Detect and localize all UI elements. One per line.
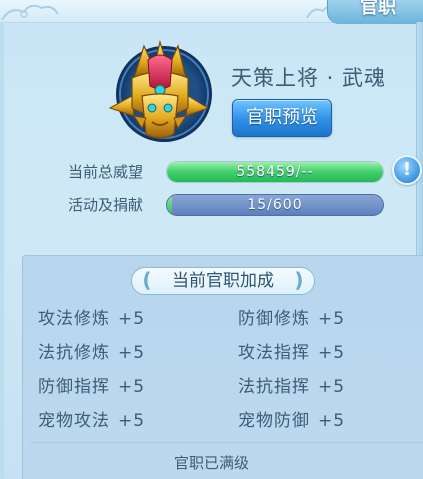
bonus-item-label: 攻法修炼 <box>38 309 110 329</box>
donation-bar: 15/600 <box>166 194 384 216</box>
bonus-item-value: +5 <box>318 411 346 431</box>
rank-name: 天策上将 · 武魂 <box>231 66 387 90</box>
info-icon[interactable]: ! <box>392 155 422 185</box>
bonus-item-value: +5 <box>318 343 346 363</box>
bonus-item-label: 法抗指挥 <box>238 377 310 397</box>
swirl-left-icon: ( <box>142 268 152 292</box>
bonus-item-label: 攻法指挥 <box>238 343 310 363</box>
window-title: 官职 <box>360 0 396 18</box>
donation-value: 15/600 <box>247 197 303 213</box>
donation-label: 活动及捐献 <box>68 196 144 214</box>
bonus-item: 攻法指挥 +5 <box>238 338 345 363</box>
warrior-helmet-icon <box>108 39 212 142</box>
max-level-note: 官职已满级 <box>173 454 249 472</box>
prestige-value: 558459/-- <box>236 164 314 180</box>
bonus-item-label: 宠物防御 <box>238 411 310 431</box>
bonus-item-label: 防御指挥 <box>38 377 110 397</box>
bonus-item: 攻法修炼 +5 <box>38 304 145 329</box>
prestige-label: 当前总威望 <box>68 163 144 181</box>
bonus-item-label: 法抗修炼 <box>38 343 110 363</box>
bonus-item-value: +5 <box>118 411 146 431</box>
bonus-panel-header: ( 当前官职加成 ) <box>131 267 315 295</box>
panel-divider <box>30 442 423 443</box>
bonus-item-value: +5 <box>318 309 346 329</box>
bonus-item-value: +5 <box>318 377 346 397</box>
bonus-item-label: 宠物攻法 <box>38 411 110 431</box>
prestige-bar: 558459/-- <box>166 161 384 183</box>
rank-preview-button[interactable]: 官职预览 <box>232 99 332 137</box>
swirl-right-icon: ) <box>294 268 304 292</box>
bonus-item-label: 防御修炼 <box>238 309 310 329</box>
bonus-item: 宠物防御 +5 <box>238 406 345 431</box>
bonus-item-value: +5 <box>118 377 146 397</box>
bonus-item-value: +5 <box>118 343 146 363</box>
bonus-item: 防御指挥 +5 <box>38 372 145 397</box>
bonus-item: 宠物攻法 +5 <box>38 406 145 431</box>
cloud-decor-icon <box>1 4 59 21</box>
bonus-item: 法抗指挥 +5 <box>238 372 345 397</box>
bonus-item: 防御修炼 +5 <box>238 304 345 329</box>
bonus-panel-title: 当前官职加成 <box>172 271 274 291</box>
window-title-tab: 官职 <box>327 0 423 24</box>
bonus-item: 法抗修炼 +5 <box>38 338 145 363</box>
bonus-item-value: +5 <box>118 309 146 329</box>
left-frame-edge <box>0 22 4 479</box>
